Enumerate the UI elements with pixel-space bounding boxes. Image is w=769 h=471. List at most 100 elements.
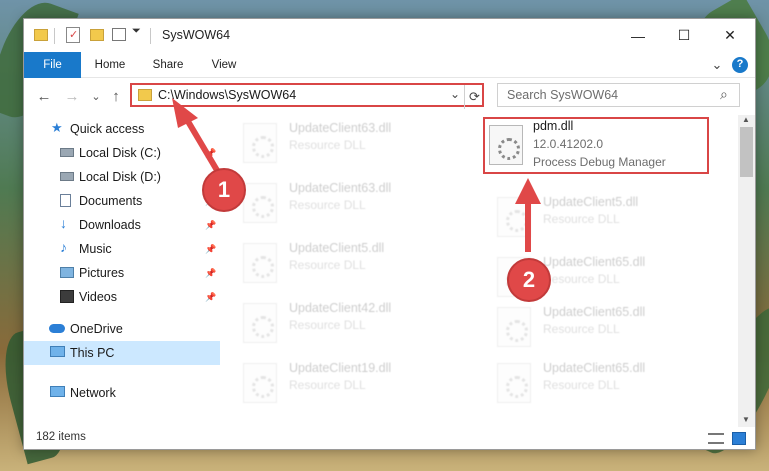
view-options-icon[interactable] [112,28,126,41]
scroll-down-arrow-icon[interactable]: ▼ [742,415,750,424]
address-bar[interactable]: C:\Windows\SysWOW64 ⌄ [130,83,484,107]
file-item[interactable]: UpdateClient63.dll Resource DLL [229,117,457,175]
step-marker-2: 2 [507,258,551,302]
file-item[interactable]: UpdateClient5.dll Resource DLL [483,191,711,249]
file-type: Resource DLL [289,378,366,392]
sidebar-item-network[interactable]: Network [24,381,220,405]
minimize-button[interactable]: — [615,19,661,52]
maximize-button[interactable]: ☐ [661,19,707,52]
sidebar-item-label: Local Disk (D:) [79,170,161,184]
search-icon: ⌕ [720,86,728,102]
sidebar-item-this-pc[interactable]: This PC [24,341,220,365]
network-icon [50,386,65,397]
folder-icon [34,29,48,41]
expand-ribbon-chevron-icon[interactable]: ⌄ [708,52,726,78]
sidebar-item-local-disk-d[interactable]: Local Disk (D:) [24,165,220,189]
recent-locations-chevron-icon[interactable]: ⌄ [86,86,106,106]
sidebar-item-downloads[interactable]: ↓ Downloads 📌 [24,213,220,237]
file-name: UpdateClient63.dll [289,181,392,195]
file-name: UpdateClient42.dll [289,301,392,315]
new-folder-icon[interactable] [90,29,104,41]
dll-file-icon [243,363,277,403]
explorer-window: ✓ ⏷ SysWOW64 — ☐ ✕ File Home Share View … [23,18,756,450]
file-name: UpdateClient65.dll [543,255,646,269]
dll-file-icon [497,307,531,347]
file-item[interactable]: UpdateClient42.dll Resource DLL [229,297,457,355]
pin-icon: 📌 [205,148,217,158]
dll-file-icon [243,183,277,223]
pin-icon: 📌 [205,220,217,230]
dll-file-icon [497,197,531,237]
sidebar-item-label: Quick access [70,122,145,136]
file-list: UpdateClient63.dll Resource DLL UpdateCl… [221,115,738,427]
sidebar-item-pictures[interactable]: Pictures 📌 [24,261,220,285]
tab-share[interactable]: Share [144,52,192,78]
folder-icon [138,89,152,101]
cloud-icon [49,324,65,333]
address-path: C:\Windows\SysWOW64 [158,88,297,102]
up-arrow-icon[interactable]: ↑ [106,86,126,106]
dll-file-icon [243,303,277,343]
music-icon: ♪ [60,239,67,255]
back-arrow-icon[interactable]: ← [34,86,54,106]
sidebar-item-label: Local Disk (C:) [79,146,161,160]
sidebar-item-label: Network [70,386,116,400]
sidebar-item-documents[interactable]: Documents 📌 [24,189,220,213]
pictures-icon [60,267,74,278]
customize-toolbar-chevron-icon[interactable]: ⏷ [132,25,141,41]
file-item[interactable]: UpdateClient65.dll Resource DLL [483,301,711,359]
navigation-pane: ★ Quick access Local Disk (C:) 📌 Local D… [24,115,220,427]
file-name: UpdateClient5.dll [289,241,385,255]
title-bar: ✓ ⏷ SysWOW64 — ☐ ✕ [24,19,755,52]
sidebar-item-onedrive[interactable]: OneDrive [24,317,220,341]
item-count: 182 items [36,431,86,443]
properties-icon[interactable]: ✓ [66,27,80,43]
scrollbar-thumb[interactable] [740,127,753,177]
file-item[interactable]: UpdateClient63.dll Resource DLL [229,177,457,235]
sidebar-item-label: OneDrive [70,322,123,336]
separator [150,28,151,44]
sidebar-item-local-disk-c[interactable]: Local Disk (C:) 📌 [24,141,220,165]
sidebar-item-label: Pictures [79,266,125,280]
vertical-scrollbar[interactable]: ▲ ▼ [738,115,755,427]
separator [54,28,55,44]
drive-icon [60,172,74,181]
tab-home[interactable]: Home [88,52,132,78]
file-type: Resource DLL [543,378,620,392]
large-icons-view-icon[interactable] [732,432,746,445]
file-name: UpdateClient65.dll [543,361,646,375]
drive-icon [60,148,74,157]
sidebar-item-label: Videos [79,290,117,304]
file-type: Resource DLL [289,198,366,212]
sidebar-item-label: Music [79,242,112,256]
sidebar-item-videos[interactable]: Videos 📌 [24,285,220,309]
help-icon[interactable]: ? [732,57,748,73]
tab-view[interactable]: View [202,52,246,78]
file-type: Resource DLL [289,258,366,272]
pin-icon: 📌 [205,268,217,278]
file-item[interactable]: UpdateClient5.dll Resource DLL [229,237,457,295]
refresh-icon[interactable]: ⟳ [464,85,484,109]
computer-icon [50,346,65,357]
pin-icon: 📌 [205,244,217,254]
step-marker-1: 1 [202,168,246,212]
sidebar-item-music[interactable]: ♪ Music 📌 [24,237,220,261]
address-dropdown-chevron-icon[interactable]: ⌄ [450,87,460,101]
dll-file-icon [243,123,277,163]
dll-file-icon [497,363,531,403]
tab-file[interactable]: File [24,52,81,78]
sidebar-item-label: Downloads [79,218,141,232]
address-row: ← → ⌄ ↑ C:\Windows\SysWOW64 ⌄ ⟳ Search S… [24,81,755,111]
search-input[interactable]: Search SysWOW64 ⌕ [497,83,740,107]
file-item[interactable]: UpdateClient19.dll Resource DLL [229,357,457,415]
forward-arrow-icon[interactable]: → [62,86,82,106]
sidebar-item-label: Documents [79,194,143,208]
close-button[interactable]: ✕ [707,19,753,52]
scroll-up-arrow-icon[interactable]: ▲ [742,115,750,124]
documents-icon [60,194,71,207]
sidebar-item-quick-access[interactable]: ★ Quick access [24,117,220,141]
ribbon: File Home Share View ⌄ ? [24,52,755,78]
details-view-icon[interactable] [708,433,724,444]
file-item[interactable]: UpdateClient65.dll Resource DLL [483,357,711,415]
file-type: Resource DLL [289,318,366,332]
